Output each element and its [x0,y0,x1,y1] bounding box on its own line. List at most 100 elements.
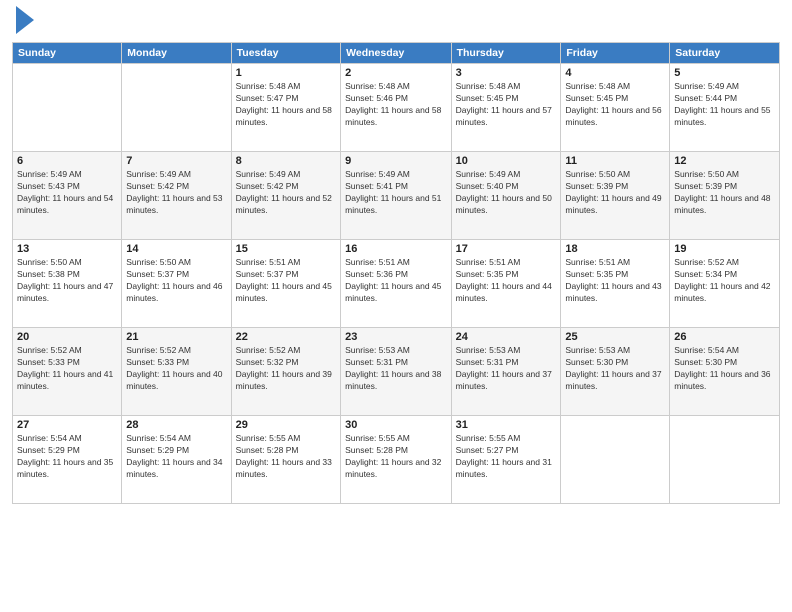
day-number: 4 [565,67,665,79]
day-detail: Sunrise: 5:52 AMSunset: 5:34 PMDaylight:… [674,257,775,305]
weekday-header-row: SundayMondayTuesdayWednesdayThursdayFrid… [13,43,780,64]
day-detail: Sunrise: 5:52 AMSunset: 5:32 PMDaylight:… [236,345,337,393]
day-number: 18 [565,243,665,255]
day-detail: Sunrise: 5:55 AMSunset: 5:27 PMDaylight:… [456,433,557,481]
day-number: 26 [674,331,775,343]
day-detail: Sunrise: 5:50 AMSunset: 5:39 PMDaylight:… [565,169,665,217]
calendar-cell: 21Sunrise: 5:52 AMSunset: 5:33 PMDayligh… [122,328,231,416]
day-detail: Sunrise: 5:49 AMSunset: 5:42 PMDaylight:… [126,169,226,217]
weekday-header-sunday: Sunday [13,43,122,64]
day-number: 3 [456,67,557,79]
day-detail: Sunrise: 5:52 AMSunset: 5:33 PMDaylight:… [126,345,226,393]
day-detail: Sunrise: 5:54 AMSunset: 5:30 PMDaylight:… [674,345,775,393]
weekday-header-thursday: Thursday [451,43,561,64]
calendar-cell: 16Sunrise: 5:51 AMSunset: 5:36 PMDayligh… [341,240,451,328]
calendar-cell: 22 Sunrise: 5:52 AMSunset: 5:32 PMDayligh… [231,328,341,416]
calendar-cell: 13Sunrise: 5:50 AMSunset: 5:38 PMDayligh… [13,240,122,328]
calendar-cell: 25 Sunrise: 5:53 AMSunset: 5:30 PMDayligh… [561,328,670,416]
calendar-table: SundayMondayTuesdayWednesdayThursdayFrid… [12,42,780,504]
day-number: 17 [456,243,557,255]
logo [12,10,34,34]
day-number: 27 [17,419,117,431]
calendar-week-row: 13Sunrise: 5:50 AMSunset: 5:38 PMDayligh… [13,240,780,328]
calendar-cell: 10Sunrise: 5:49 AMSunset: 5:40 PMDayligh… [451,152,561,240]
day-detail: Sunrise: 5:50 AMSunset: 5:39 PMDaylight:… [674,169,775,217]
calendar-cell: 8 Sunrise: 5:49 AMSunset: 5:42 PMDaylight… [231,152,341,240]
calendar-cell: 18 Sunrise: 5:51 AMSunset: 5:35 PMDayligh… [561,240,670,328]
weekday-header-saturday: Saturday [670,43,780,64]
calendar-cell: 30 Sunrise: 5:55 AMSunset: 5:28 PMDayligh… [341,416,451,504]
day-detail: Sunrise: 5:50 AMSunset: 5:37 PMDaylight:… [126,257,226,305]
day-detail: Sunrise: 5:49 AMSunset: 5:41 PMDaylight:… [345,169,446,217]
day-detail: Sunrise: 5:48 AMSunset: 5:47 PMDaylight:… [236,81,337,129]
day-number: 8 [236,155,337,167]
day-number: 14 [126,243,226,255]
day-detail: Sunrise: 5:49 AMSunset: 5:44 PMDaylight:… [674,81,775,129]
day-detail: Sunrise: 5:55 AMSunset: 5:28 PMDaylight:… [236,433,337,481]
calendar-cell: 12 Sunrise: 5:50 AMSunset: 5:39 PMDayligh… [670,152,780,240]
day-detail: Sunrise: 5:49 AMSunset: 5:42 PMDaylight:… [236,169,337,217]
calendar-cell [122,64,231,152]
day-number: 12 [674,155,775,167]
day-number: 10 [456,155,557,167]
day-number: 16 [345,243,446,255]
calendar-cell: 20 Sunrise: 5:52 AMSunset: 5:33 PMDayligh… [13,328,122,416]
calendar-cell: 4 Sunrise: 5:48 AMSunset: 5:45 PMDaylight… [561,64,670,152]
calendar-cell: 11Sunrise: 5:50 AMSunset: 5:39 PMDayligh… [561,152,670,240]
day-detail: Sunrise: 5:51 AMSunset: 5:35 PMDaylight:… [456,257,557,305]
day-detail: Sunrise: 5:51 AMSunset: 5:35 PMDaylight:… [565,257,665,305]
calendar-cell: 7 Sunrise: 5:49 AMSunset: 5:42 PMDaylight… [122,152,231,240]
day-number: 20 [17,331,117,343]
day-detail: Sunrise: 5:55 AMSunset: 5:28 PMDaylight:… [345,433,446,481]
day-number: 15 [236,243,337,255]
day-number: 24 [456,331,557,343]
calendar-body: 1 Sunrise: 5:48 AMSunset: 5:47 PMDaylight… [13,64,780,504]
calendar-cell: 17 Sunrise: 5:51 AMSunset: 5:35 PMDayligh… [451,240,561,328]
day-detail: Sunrise: 5:53 AMSunset: 5:31 PMDaylight:… [345,345,446,393]
day-number: 19 [674,243,775,255]
day-detail: Sunrise: 5:53 AMSunset: 5:31 PMDaylight:… [456,345,557,393]
weekday-header-wednesday: Wednesday [341,43,451,64]
day-number: 7 [126,155,226,167]
day-detail: Sunrise: 5:49 AMSunset: 5:43 PMDaylight:… [17,169,117,217]
day-detail: Sunrise: 5:48 AMSunset: 5:45 PMDaylight:… [565,81,665,129]
day-number: 13 [17,243,117,255]
calendar-cell: 3Sunrise: 5:48 AMSunset: 5:45 PMDaylight… [451,64,561,152]
weekday-header-tuesday: Tuesday [231,43,341,64]
day-number: 23 [345,331,446,343]
day-detail: Sunrise: 5:53 AMSunset: 5:30 PMDaylight:… [565,345,665,393]
calendar-cell [561,416,670,504]
logo-arrow-icon [16,6,34,34]
day-number: 22 [236,331,337,343]
calendar-week-row: 20 Sunrise: 5:52 AMSunset: 5:33 PMDayligh… [13,328,780,416]
day-detail: Sunrise: 5:48 AMSunset: 5:46 PMDaylight:… [345,81,446,129]
calendar-cell: 5 Sunrise: 5:49 AMSunset: 5:44 PMDaylight… [670,64,780,152]
page-container: SundayMondayTuesdayWednesdayThursdayFrid… [0,0,792,612]
day-number: 1 [236,67,337,79]
day-number: 9 [345,155,446,167]
day-number: 5 [674,67,775,79]
calendar-cell: 28 Sunrise: 5:54 AMSunset: 5:29 PMDayligh… [122,416,231,504]
day-number: 2 [345,67,446,79]
day-number: 25 [565,331,665,343]
day-detail: Sunrise: 5:54 AMSunset: 5:29 PMDaylight:… [17,433,117,481]
day-number: 30 [345,419,446,431]
calendar-cell: 29 Sunrise: 5:55 AMSunset: 5:28 PMDayligh… [231,416,341,504]
calendar-cell: 1 Sunrise: 5:48 AMSunset: 5:47 PMDaylight… [231,64,341,152]
day-detail: Sunrise: 5:52 AMSunset: 5:33 PMDaylight:… [17,345,117,393]
weekday-header-monday: Monday [122,43,231,64]
day-number: 29 [236,419,337,431]
calendar-cell: 6 Sunrise: 5:49 AMSunset: 5:43 PMDaylight… [13,152,122,240]
calendar-cell: 15Sunrise: 5:51 AMSunset: 5:37 PMDayligh… [231,240,341,328]
calendar-week-row: 1 Sunrise: 5:48 AMSunset: 5:47 PMDaylight… [13,64,780,152]
day-number: 6 [17,155,117,167]
calendar-week-row: 6 Sunrise: 5:49 AMSunset: 5:43 PMDaylight… [13,152,780,240]
day-detail: Sunrise: 5:54 AMSunset: 5:29 PMDaylight:… [126,433,226,481]
calendar-week-row: 27 Sunrise: 5:54 AMSunset: 5:29 PMDayligh… [13,416,780,504]
weekday-header-friday: Friday [561,43,670,64]
day-number: 31 [456,419,557,431]
day-number: 28 [126,419,226,431]
page-header [12,10,780,34]
calendar-cell: 31 Sunrise: 5:55 AMSunset: 5:27 PMDayligh… [451,416,561,504]
calendar-cell: 9 Sunrise: 5:49 AMSunset: 5:41 PMDaylight… [341,152,451,240]
